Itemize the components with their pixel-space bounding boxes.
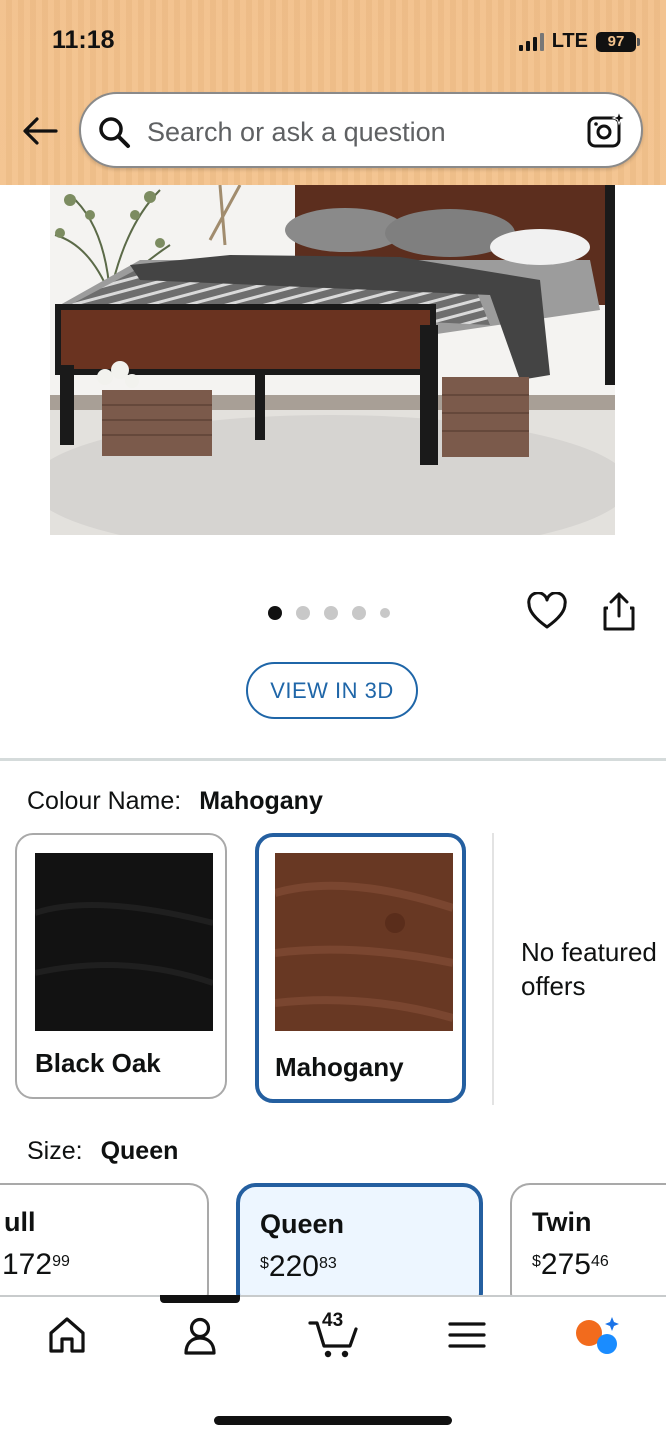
size-option-queen[interactable]: Queen $ 220 83 bbox=[236, 1183, 483, 1313]
colour-option-label: Black Oak bbox=[35, 1048, 161, 1078]
search-icon bbox=[97, 115, 131, 149]
heart-icon[interactable] bbox=[527, 591, 567, 632]
share-icon[interactable] bbox=[600, 592, 638, 632]
size-row: Size: Queen bbox=[27, 1137, 178, 1166]
product-image[interactable] bbox=[50, 185, 615, 535]
network-label: LTE bbox=[551, 30, 588, 52]
colour-label: Colour Name: bbox=[27, 787, 182, 815]
view-in-3d-button[interactable]: VIEW IN 3D bbox=[246, 662, 418, 719]
size-option-price: 172 99 bbox=[2, 1248, 70, 1281]
rufus-icon[interactable] bbox=[572, 1313, 622, 1357]
camera-search-icon[interactable] bbox=[585, 110, 627, 152]
carousel-dot[interactable] bbox=[324, 606, 338, 620]
home-indicator bbox=[214, 1416, 452, 1425]
account-icon[interactable] bbox=[178, 1313, 222, 1357]
colour-selected-value: Mahogany bbox=[199, 787, 323, 815]
size-selected-value: Queen bbox=[100, 1137, 179, 1165]
carousel-dot[interactable] bbox=[380, 608, 390, 618]
home-icon[interactable] bbox=[45, 1313, 89, 1357]
colour-option-mahogany[interactable]: Mahogany bbox=[255, 833, 466, 1103]
header: 11:18 LTE 97 bbox=[0, 0, 666, 185]
colour-option-label: Mahogany bbox=[275, 1052, 404, 1082]
size-option-full[interactable]: ull 172 99 bbox=[0, 1183, 209, 1313]
carousel-dots bbox=[268, 606, 390, 620]
status-indicators: LTE 97 bbox=[518, 30, 640, 53]
carousel-dot[interactable] bbox=[352, 606, 366, 620]
colour-swatch bbox=[34, 853, 214, 1031]
size-option-twin[interactable]: Twin $ 275 46 bbox=[510, 1183, 666, 1313]
active-tab-indicator bbox=[160, 1295, 240, 1303]
section-divider bbox=[0, 758, 666, 761]
size-option-name: Queen bbox=[260, 1209, 345, 1239]
size-option-price: $ 275 46 bbox=[532, 1248, 609, 1281]
size-label: Size: bbox=[27, 1137, 83, 1165]
menu-icon[interactable] bbox=[445, 1313, 489, 1357]
carousel-dot[interactable] bbox=[296, 606, 310, 620]
search-input[interactable] bbox=[147, 112, 567, 152]
search-bar[interactable] bbox=[79, 92, 643, 168]
signal-icon bbox=[518, 32, 544, 51]
colour-option-black-oak[interactable]: Black Oak bbox=[15, 833, 227, 1099]
vertical-divider bbox=[492, 833, 494, 1105]
carousel-dot[interactable] bbox=[268, 606, 282, 620]
no-featured-offers-text: No featured offers bbox=[521, 937, 657, 1001]
colour-name-row: Colour Name: Mahogany bbox=[27, 787, 323, 816]
back-arrow-icon[interactable] bbox=[22, 113, 58, 149]
cart-count-badge: 43 bbox=[322, 1310, 344, 1331]
colour-swatch bbox=[273, 853, 455, 1031]
status-time: 11:18 bbox=[52, 26, 115, 54]
product-page: 11:18 LTE 97 Search or ask a question VI… bbox=[0, 0, 666, 1440]
battery-icon: 97 bbox=[596, 31, 640, 52]
size-option-price: $ 220 83 bbox=[260, 1250, 337, 1283]
size-option-name: Twin bbox=[532, 1207, 592, 1237]
size-option-name: ull bbox=[4, 1207, 36, 1237]
